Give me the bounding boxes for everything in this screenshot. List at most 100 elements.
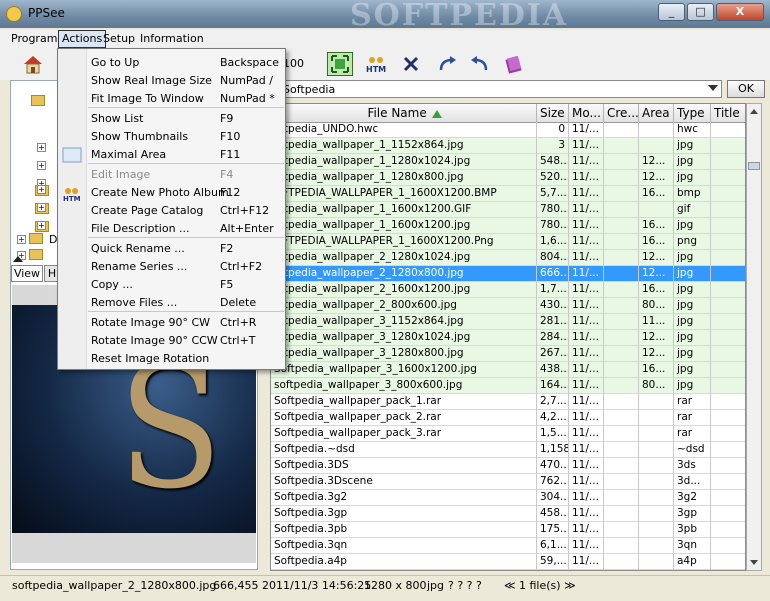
table-row[interactable]: Softpedia.3qn 6,1... 11/... 3qn	[271, 538, 745, 554]
close-button[interactable]: X	[716, 3, 764, 21]
table-row[interactable]: oftpedia_wallpaper_2_1280x800.jpg 666... 1…	[271, 266, 745, 282]
table-row[interactable]: OFTPEDIA_WALLPAPER_1_1600X1200.BMP 5,7...…	[271, 186, 745, 202]
splitter-up-icon[interactable]	[13, 256, 23, 262]
menu-item-fit-image-to-window[interactable]: Fit Image To Window NumPad *	[58, 90, 285, 108]
rotate-ccw-icon[interactable]	[466, 52, 492, 76]
home-icon[interactable]	[20, 52, 46, 76]
column-header-created[interactable]: Cre...	[604, 104, 639, 122]
cell-type: rar	[674, 410, 711, 426]
menu-item-label: Rename Series ...	[91, 260, 188, 273]
table-row[interactable]: Softpedia.3Dscene 762... 11/... 3d...	[271, 474, 745, 490]
table-row[interactable]: oftpedia_wallpaper_2_1600x1200.jpg 1,7...…	[271, 282, 745, 298]
tree-expander[interactable]: +	[37, 143, 46, 152]
path-combobox[interactable]: Softpedia	[266, 80, 722, 98]
rotate-cw-icon[interactable]	[435, 52, 461, 76]
menu-item-file-description[interactable]: File Description ... Alt+Enter	[58, 220, 285, 238]
tab-view[interactable]: View	[11, 265, 43, 282]
cell-mod: 11/...	[569, 202, 604, 218]
menu-item-label: Copy ...	[91, 278, 133, 291]
tree-expander[interactable]: +	[37, 221, 46, 230]
tree-expander[interactable]: +	[37, 161, 46, 170]
menu-item-maximal-area[interactable]: Maximal Area F11	[58, 146, 285, 164]
tree-expander[interactable]: +	[37, 203, 46, 212]
cell-mod: 11/...	[569, 474, 604, 490]
cell-title	[711, 442, 745, 458]
column-header-filename[interactable]: File Name	[271, 104, 537, 122]
menu-item-rename-series[interactable]: Rename Series ... Ctrl+F2	[58, 258, 285, 276]
menu-item-show-thumbnails[interactable]: Show Thumbnails F10	[58, 128, 285, 146]
table-row[interactable]: oftpedia_wallpaper_1_1280x1024.jpg 548...…	[271, 154, 745, 170]
fit-area-icon[interactable]	[327, 52, 353, 76]
book-icon[interactable]	[501, 52, 527, 76]
ok-button[interactable]: OK	[727, 80, 765, 98]
table-row[interactable]: oftpedia_wallpaper_3_1280x1024.jpg 284...…	[271, 330, 745, 346]
menu-item-reset-image-rotation[interactable]: Reset Image Rotation	[58, 350, 285, 368]
menu-item-quick-rename[interactable]: Quick Rename ... F2	[58, 240, 285, 258]
column-header-type[interactable]: Type	[674, 104, 711, 122]
menu-item-show-real-image-size[interactable]: Show Real Image Size NumPad /	[58, 72, 285, 90]
table-row[interactable]: Softpedia.~dsd 1,158 11/... ~dsd	[271, 442, 745, 458]
menu-actions[interactable]: Actions	[58, 30, 107, 48]
column-header-title[interactable]: Title	[711, 104, 745, 122]
menu-item-shortcut: Backspace	[220, 56, 279, 69]
chevron-down-icon[interactable]	[708, 85, 718, 91]
menu-setup[interactable]: Setup	[100, 31, 138, 47]
table-row[interactable]: oftpedia_wallpaper_2_800x600.jpg 430... 11…	[271, 298, 745, 314]
menu-item-rotate-image-90-ccw[interactable]: Rotate Image 90° CCW Ctrl+T	[58, 332, 285, 350]
menu-program[interactable]: Program	[8, 31, 60, 47]
menu-item-create-page-catalog[interactable]: Create Page Catalog Ctrl+F12	[58, 202, 285, 220]
cell-cre	[604, 490, 639, 506]
vertical-scrollbar[interactable]	[746, 103, 762, 571]
table-row[interactable]: Softpedia.3pb 175... 11/... 3pb	[271, 522, 745, 538]
table-row[interactable]: Softpedia_wallpaper_pack_1.rar 2,7... 11/.…	[271, 394, 745, 410]
table-row[interactable]: Softpedia.3gp 458... 11/... 3gp	[271, 506, 745, 522]
title-bar: PPSee SOFTPEDIA _ □ X	[0, 0, 770, 33]
table-row[interactable]: Softpedia.3g2 304... 11/... 3g2	[271, 490, 745, 506]
column-header-size[interactable]: Size	[537, 104, 569, 122]
table-row[interactable]: softpedia_wallpaper_3_800x600.jpg 164... 1…	[271, 378, 745, 394]
minimize-button[interactable]: _	[658, 3, 685, 21]
menu-item-go-to-up[interactable]: Go to Up Backspace	[58, 54, 285, 72]
cell-cre	[604, 314, 639, 330]
table-row[interactable]: oftpedia_wallpaper_1_1600x1200.GIF 780...…	[271, 202, 745, 218]
table-row[interactable]: Softpedia_wallpaper_pack_2.rar 4,2... 11/.…	[271, 410, 745, 426]
cell-area	[639, 490, 674, 506]
table-row[interactable]: oftpedia_wallpaper_3_1280x800.jpg 267... 1…	[271, 346, 745, 362]
menu-item-copy[interactable]: Copy ... F5	[58, 276, 285, 294]
cell-area	[639, 138, 674, 154]
maximize-button[interactable]: □	[687, 3, 714, 21]
table-row[interactable]: oftpedia_wallpaper_1_1600x1200.jpg 780...…	[271, 218, 745, 234]
table-row[interactable]: Softpedia.a4p 59,... 11/... a4p	[271, 554, 745, 570]
table-row[interactable]: Softpedia_wallpaper_pack_3.rar 1,5... 11/.…	[271, 426, 745, 442]
menu-information[interactable]: Information	[137, 31, 207, 47]
file-table[interactable]: File Name Size Mo... Cre... Area Type Ti…	[270, 103, 746, 571]
column-header-modified[interactable]: Mo...	[569, 104, 604, 122]
cell-title	[711, 506, 745, 522]
cell-area: 12...	[639, 266, 674, 282]
cell-type: jpg	[674, 266, 711, 282]
table-row[interactable]: Softpedia.3DS 470... 11/... 3ds	[271, 458, 745, 474]
tree-expander[interactable]: +	[17, 235, 26, 244]
cell-cre	[604, 202, 639, 218]
table-row[interactable]: oftpedia_wallpaper_1_1280x800.jpg 520... 1…	[271, 170, 745, 186]
table-row[interactable]: oftpedia_wallpaper_3_1152x864.jpg 281... 1…	[271, 314, 745, 330]
table-row[interactable]: OFTPEDIA_WALLPAPER_1_1600X1200.Png 1,6...…	[271, 234, 745, 250]
table-row[interactable]: oftpedia_wallpaper_2_1280x1024.jpg 804...…	[271, 250, 745, 266]
column-header-area[interactable]: Area	[639, 104, 674, 122]
scroll-up-icon[interactable]	[750, 109, 758, 114]
html-album-icon[interactable]: HTM	[363, 52, 389, 76]
cell-size: 1,5...	[537, 426, 569, 442]
cell-mod: 11/...	[569, 218, 604, 234]
cell-area	[639, 442, 674, 458]
menu-item-show-list[interactable]: Show List F9	[58, 110, 285, 128]
table-row[interactable]: oftpedia_wallpaper_1_1152x864.jpg 3 11/...…	[271, 138, 745, 154]
scroll-thumb[interactable]	[748, 162, 760, 170]
tree-expander[interactable]: +	[37, 185, 46, 194]
menu-item-remove-files[interactable]: Remove Files ... Delete	[58, 294, 285, 312]
table-row[interactable]: Softpedia_wallpaper_3_1600x1200.jpg 438..…	[271, 362, 745, 378]
table-row[interactable]: oftpedia_UNDO.hwc 0 11/... hwc	[271, 122, 745, 138]
delete-icon[interactable]	[398, 52, 424, 76]
scroll-down-icon[interactable]	[750, 560, 758, 565]
menu-item-rotate-image-90-cw[interactable]: Rotate Image 90° CW Ctrl+R	[58, 314, 285, 332]
menu-item-create-new-photo-album[interactable]: Create New Photo Album F12	[58, 184, 285, 202]
